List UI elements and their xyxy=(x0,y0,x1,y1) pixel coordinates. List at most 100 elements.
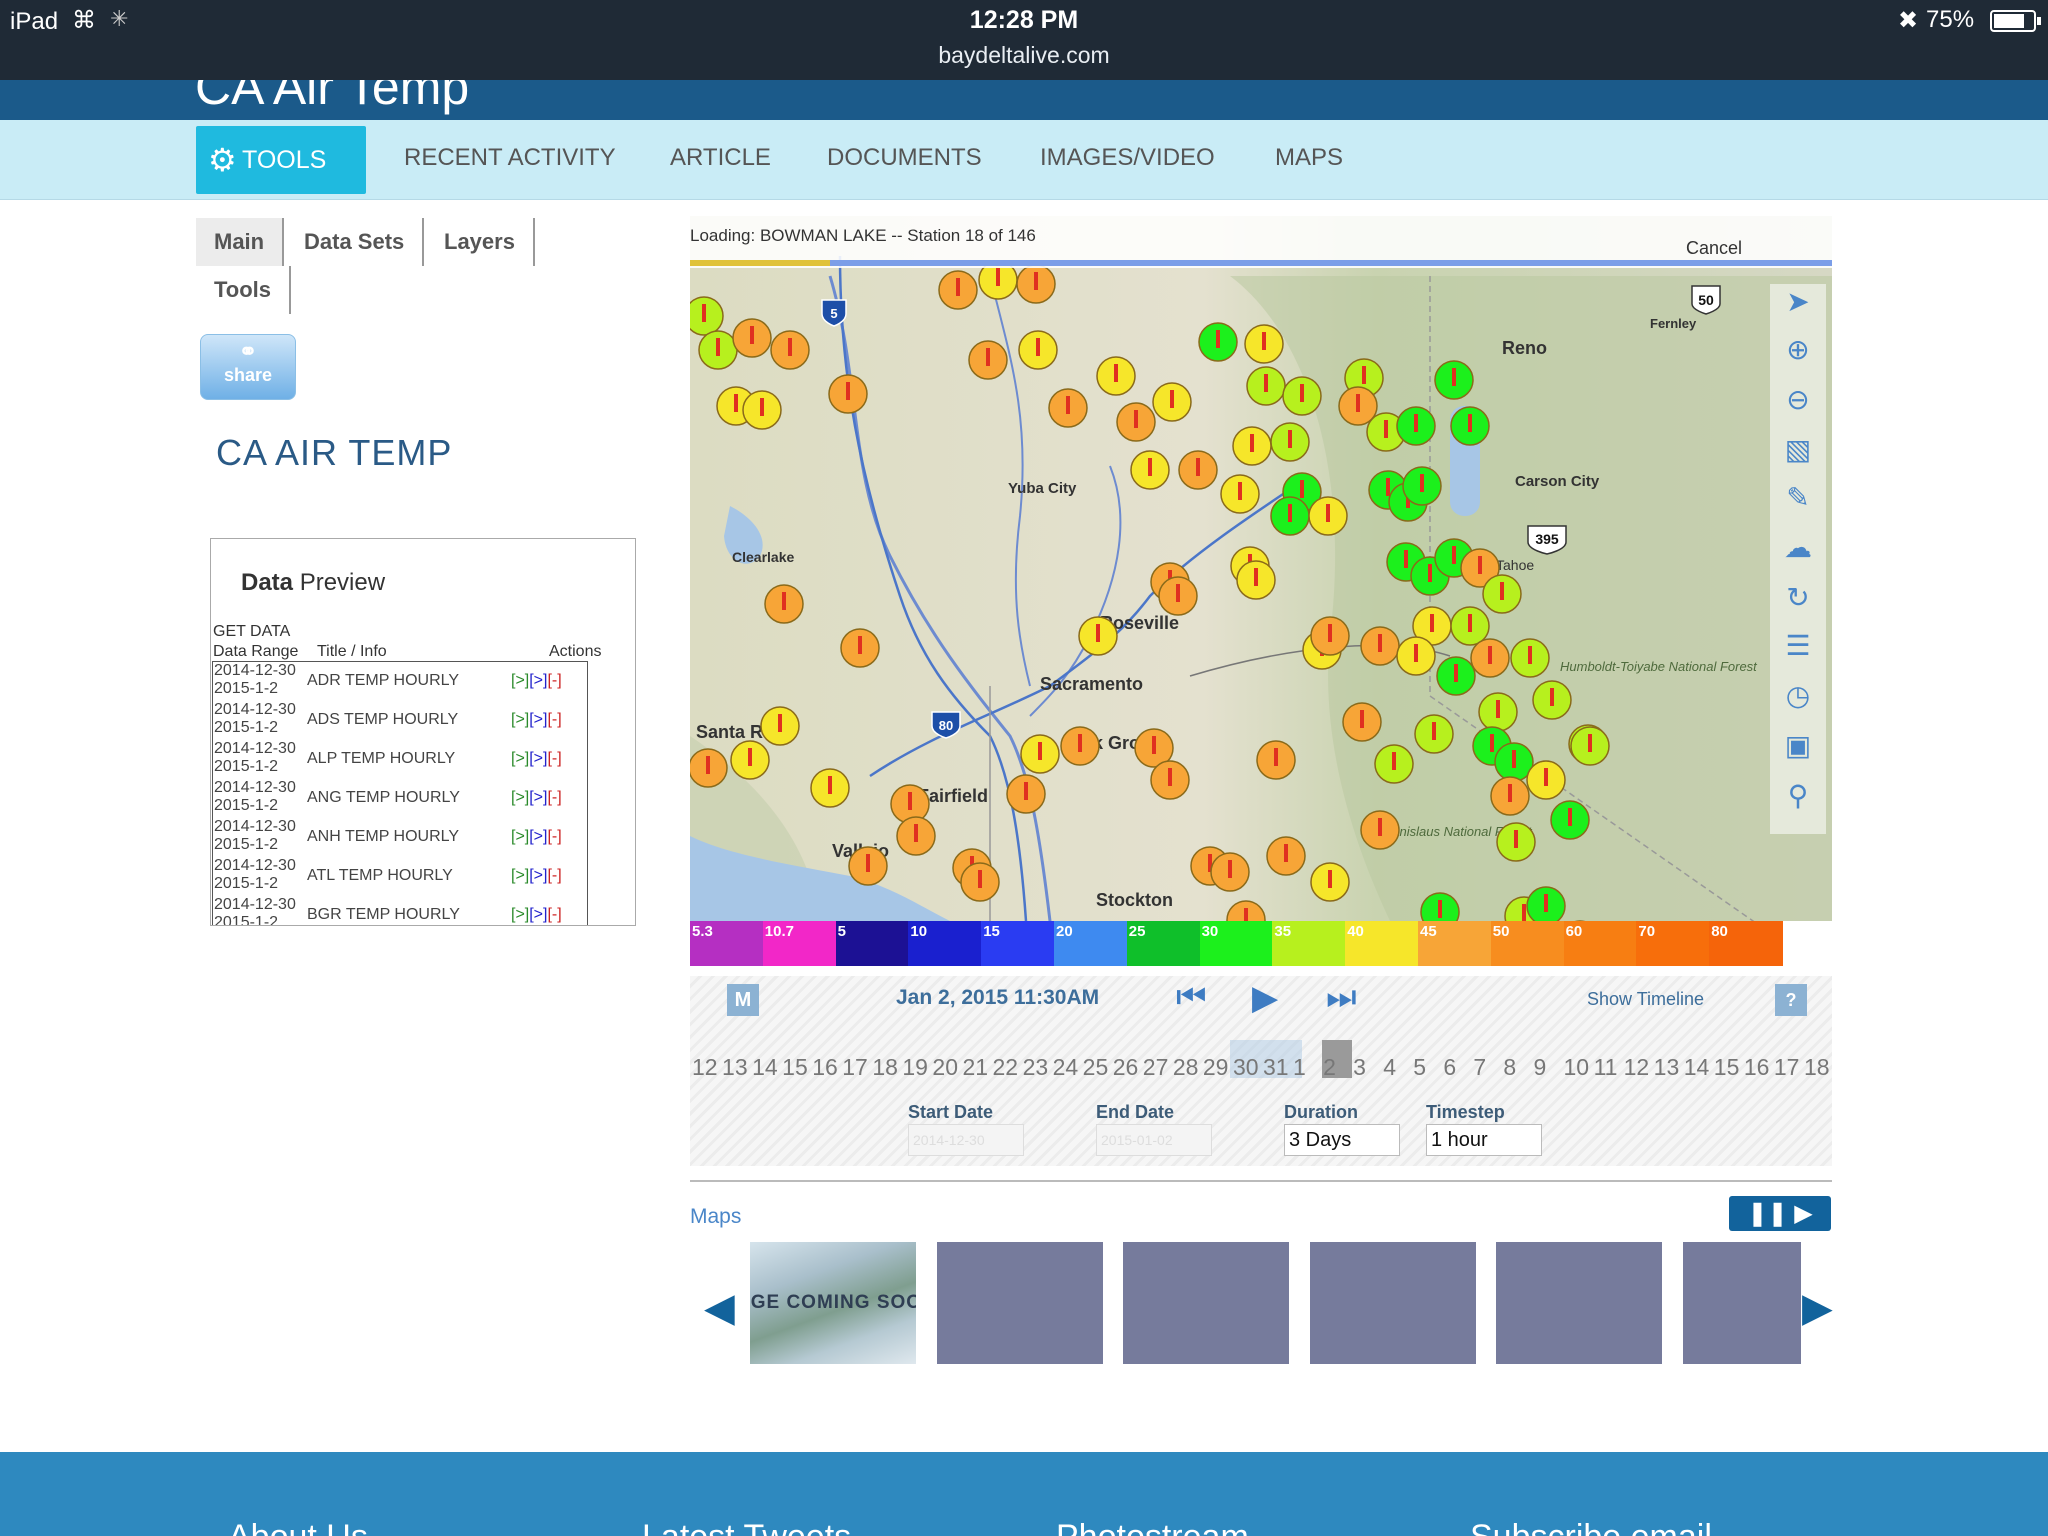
clock-icon[interactable]: ◷ xyxy=(1780,678,1816,714)
action-remove-link[interactable]: [-] xyxy=(547,750,561,767)
map-thumbnail[interactable] xyxy=(1496,1242,1662,1364)
action-remove-link[interactable]: [-] xyxy=(547,906,561,923)
cloud-upload-icon[interactable]: ☁ xyxy=(1780,530,1816,566)
action-download-link[interactable]: [>] xyxy=(529,906,547,923)
end-date-input[interactable] xyxy=(1096,1124,1212,1156)
carousel-pause-play-button[interactable]: ❚❚ ▶ xyxy=(1729,1196,1831,1231)
legend-segment: 20 xyxy=(1054,921,1128,966)
nav-maps[interactable]: MAPS xyxy=(1275,144,1343,172)
thermometer-icon xyxy=(1034,272,1038,290)
action-view-link[interactable]: [>] xyxy=(511,750,529,767)
duration-select[interactable] xyxy=(1284,1124,1400,1156)
tab-tools[interactable]: Tools xyxy=(196,266,292,314)
legend-segment: 30 xyxy=(1199,921,1274,966)
timeline-tick: 3 xyxy=(1353,1054,1366,1080)
action-view-link[interactable]: [>] xyxy=(511,828,529,845)
nav-recent-activity[interactable]: RECENT ACTIVITY xyxy=(404,144,616,172)
pointer-icon[interactable]: ➤ xyxy=(1780,284,1816,320)
battery-icon xyxy=(1990,10,2041,32)
action-remove-link[interactable]: [-] xyxy=(547,711,561,728)
map-label-fernley: Fernley xyxy=(1650,316,1697,331)
timestep-label: Timestep xyxy=(1426,1102,1505,1122)
zoom-in-icon[interactable]: ⊕ xyxy=(1780,332,1816,368)
ruler-icon[interactable]: ▧ xyxy=(1780,432,1816,468)
map-thumbnail[interactable] xyxy=(1683,1242,1801,1364)
map-thumbnail[interactable] xyxy=(1123,1242,1289,1364)
thermometer-icon xyxy=(1274,748,1278,766)
table-row[interactable]: 2014-12-30 2015-1-2 ANG TEMP HOURLY [>][>][… xyxy=(213,779,587,818)
thermometer-icon xyxy=(1152,736,1156,754)
row-actions: [>][>][-] xyxy=(511,672,562,690)
map-thumbnail[interactable] xyxy=(1310,1242,1476,1364)
map-canvas[interactable]: 5 80 50 395 Reno Fernley Carson City Yub… xyxy=(690,216,1832,921)
skip-forward-icon[interactable]: ⏭ xyxy=(1326,978,1357,1017)
table-row[interactable]: 2014-12-30 2015-1-2 ALP TEMP HOURLY [>][>][… xyxy=(213,740,587,779)
action-download-link[interactable]: [>] xyxy=(529,672,547,689)
footer-photostream[interactable]: Photostream xyxy=(1056,1518,1249,1536)
zoom-out-icon[interactable]: ⊖ xyxy=(1780,382,1816,418)
tab-data-sets[interactable]: Data Sets xyxy=(286,218,425,266)
action-view-link[interactable]: [>] xyxy=(511,867,529,884)
legend-segment: 25 xyxy=(1126,921,1201,966)
nav-images-video[interactable]: IMAGES/VIDEO xyxy=(1040,144,1215,172)
carousel-prev-icon[interactable]: ◀ xyxy=(704,1285,735,1331)
thermometer-icon xyxy=(1438,900,1442,918)
footer-subscribe-email[interactable]: Subscribe email xyxy=(1470,1518,1712,1536)
pencil-icon[interactable]: ✎ xyxy=(1780,480,1816,516)
tab-layers[interactable]: Layers xyxy=(426,218,535,266)
address-bar-url[interactable]: baydeltalive.com xyxy=(0,42,2048,69)
action-view-link[interactable]: [>] xyxy=(511,711,529,728)
footer-about-us[interactable]: About Us xyxy=(228,1518,368,1536)
data-preview-table[interactable]: 2014-12-30 2015-1-2 ADR TEMP HOURLY [>][>][… xyxy=(212,661,588,925)
refresh-icon[interactable]: ↻ xyxy=(1780,580,1816,616)
start-date-input[interactable] xyxy=(908,1124,1024,1156)
table-row[interactable]: 2014-12-30 2015-1-2 ANH TEMP HOURLY [>][>][… xyxy=(213,818,587,857)
table-row[interactable]: 2014-12-30 2015-1-2 ADR TEMP HOURLY [>][>][… xyxy=(213,662,587,701)
help-button[interactable]: ? xyxy=(1775,984,1807,1016)
timestep-select[interactable] xyxy=(1426,1124,1542,1156)
table-row[interactable]: 2014-12-30 2015-1-2 ADS TEMP HOURLY [>][>][… xyxy=(213,701,587,740)
thermometer-icon xyxy=(1300,480,1304,498)
m-button[interactable]: M xyxy=(727,984,759,1016)
action-remove-link[interactable]: [-] xyxy=(547,828,561,845)
fullscreen-icon[interactable]: ▣ xyxy=(1780,728,1816,764)
play-icon[interactable]: ▶ xyxy=(1252,978,1278,1018)
timeline-tick: 9 xyxy=(1533,1054,1547,1080)
skip-back-icon[interactable]: ⏮ xyxy=(1176,978,1207,1017)
station-marker[interactable] xyxy=(690,296,724,336)
action-download-link[interactable]: [>] xyxy=(529,750,547,767)
tab-main[interactable]: Main xyxy=(196,218,285,266)
search-icon[interactable]: ⚲ xyxy=(1780,778,1816,814)
nav-tools-button[interactable]: ⚙ TOOLS xyxy=(196,126,366,194)
thermometer-icon xyxy=(1508,784,1512,802)
action-view-link[interactable]: [>] xyxy=(511,906,529,923)
map-thumbnail[interactable] xyxy=(937,1242,1103,1364)
legend-segment: 5 xyxy=(835,921,910,966)
footer-latest-tweets[interactable]: Latest Tweets xyxy=(642,1518,851,1536)
action-download-link[interactable]: [>] xyxy=(529,867,547,884)
action-view-link[interactable]: [>] xyxy=(511,789,529,806)
action-remove-link[interactable]: [-] xyxy=(547,789,561,806)
cancel-loading-button[interactable]: Cancel xyxy=(1686,238,1742,259)
layers-icon[interactable]: ☰ xyxy=(1780,628,1816,664)
table-row[interactable]: 2014-12-30 2015-1-2 ATL TEMP HOURLY [>][>][… xyxy=(213,857,587,896)
thermometer-icon xyxy=(1514,830,1518,848)
action-remove-link[interactable]: [-] xyxy=(547,672,561,689)
share-button[interactable]: ⚭ share xyxy=(200,334,296,400)
action-download-link[interactable]: [>] xyxy=(529,711,547,728)
carousel-next-icon[interactable]: ▶ xyxy=(1802,1285,1833,1331)
table-row[interactable]: 2014-12-30 2015-1-2 BGR TEMP HOURLY [>][>][… xyxy=(213,896,587,925)
legend-segment: 40 xyxy=(1345,921,1419,966)
row-date-range: 2014-12-30 2015-1-2 xyxy=(214,701,296,736)
show-timeline-link[interactable]: Show Timeline xyxy=(1587,989,1704,1010)
action-download-link[interactable]: [>] xyxy=(529,789,547,806)
thermometer-icon xyxy=(908,792,912,810)
thermometer-icon xyxy=(1170,390,1174,408)
nav-article[interactable]: ARTICLE xyxy=(670,144,771,172)
nav-documents[interactable]: DOCUMENTS xyxy=(827,144,982,172)
action-download-link[interactable]: [>] xyxy=(529,828,547,845)
map-viewer[interactable]: 5 80 50 395 Reno Fernley Carson City Yub… xyxy=(690,216,1832,921)
action-remove-link[interactable]: [-] xyxy=(547,867,561,884)
action-view-link[interactable]: [>] xyxy=(511,672,529,689)
map-thumbnail[interactable]: AGE COMING SOON xyxy=(750,1242,916,1364)
